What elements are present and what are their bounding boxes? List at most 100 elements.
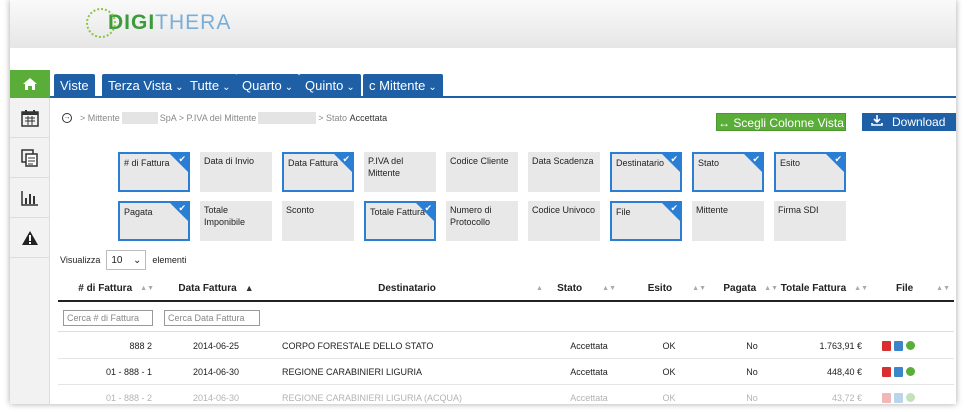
col-header-pagata[interactable]: Pagata ▲▼: [706, 276, 778, 300]
breadcrumb-current: Accettata: [349, 113, 388, 123]
tab-viste[interactable]: Viste: [54, 74, 95, 98]
cell-pagata: No: [746, 392, 758, 403]
column-chip[interactable]: Data Fattura ✔: [282, 152, 354, 192]
column-chip[interactable]: File ✔: [610, 201, 682, 241]
filter-numero-input[interactable]: Cerca # di Fattura: [63, 309, 153, 326]
tab-quarto[interactable]: Quarto ⌄: [236, 74, 300, 98]
column-chip[interactable]: Pagata ✔: [118, 201, 190, 241]
breadcrumb: → > Mittente SpA > P.IVA del Mittente > …: [62, 112, 387, 124]
column-chip[interactable]: Sconto: [282, 201, 354, 241]
breadcrumb-part-piva: SpA > P.IVA del Mittente: [159, 113, 257, 123]
col-header-destinatario[interactable]: Destinatario: [272, 276, 542, 300]
column-chip[interactable]: Numero di Protocollo: [446, 201, 518, 241]
chevron-down-icon: ⌄: [284, 82, 294, 93]
brand-logo[interactable]: DIGITHERA: [86, 8, 231, 38]
status-ok-icon[interactable]: [906, 393, 915, 402]
cell-pagata: No: [746, 340, 758, 351]
cell-stato: Accettata: [570, 366, 608, 377]
column-chip[interactable]: Data Scadenza: [528, 152, 600, 192]
cell-destinatario: REGIONE CARABINIERI LIGURIA: [282, 366, 423, 377]
column-chip[interactable]: Codice Cliente: [446, 152, 518, 192]
status-ok-icon[interactable]: [906, 341, 915, 350]
sort-icon: ▲▼: [854, 284, 868, 292]
column-chip[interactable]: Totale Imponibile: [200, 201, 272, 241]
sort-asc-icon: ▲: [244, 283, 254, 293]
download-button[interactable]: Download: [862, 113, 956, 131]
pdf-file-icon[interactable]: [882, 340, 891, 351]
cell-stato: Accettata: [570, 340, 608, 351]
bar-chart-icon: [21, 190, 38, 206]
cell-destinatario: CORPO FORESTALE DELLO STATO: [282, 340, 434, 351]
col-header-esito[interactable]: Esito ▲▼: [616, 276, 706, 300]
arrow-circle-icon[interactable]: →: [62, 113, 72, 123]
sidebar-copy-button[interactable]: [10, 138, 50, 178]
col-header-data[interactable]: Data Fattura ▲: [160, 276, 272, 300]
col-header-numero[interactable]: # di Fattura ▲▼: [58, 276, 160, 300]
cell-numero: 01 - 888 - 1: [105, 366, 152, 377]
column-chip[interactable]: Totale Fattura ✔: [364, 201, 436, 241]
cell-esito: OK: [662, 392, 676, 403]
tab-terza-vista[interactable]: Terza Vista ⌄: [102, 74, 190, 98]
chevron-down-icon: ⌄: [175, 82, 184, 93]
cell-totale: 448,40 €: [826, 366, 862, 377]
choose-columns-button[interactable]: ↔ Scegli Colonne Vista: [716, 113, 846, 131]
table-filter-row: Cerca # di Fattura Cerca Data Fattura: [58, 304, 954, 332]
col-header-stato[interactable]: Stato ▲▼: [542, 276, 616, 300]
page-size-suffix: elementi: [152, 255, 187, 265]
tab-quinto[interactable]: Quinto ⌄: [299, 74, 361, 98]
column-chip[interactable]: Esito ✔: [774, 152, 846, 192]
table-row[interactable]: 01 - 888 - 2 2014-06-30 REGIONE CARABINI…: [58, 385, 954, 404]
chevron-down-icon: ⌄: [346, 82, 355, 93]
filter-data-input[interactable]: Cerca Data Fattura: [164, 309, 260, 326]
page-size-select[interactable]: 10 ⌄: [106, 250, 147, 270]
pdf-file-icon[interactable]: [882, 366, 891, 377]
cell-file: [882, 385, 942, 404]
sort-icon: ▲▼: [602, 284, 616, 292]
xml-file-icon[interactable]: [894, 340, 903, 351]
home-icon: [23, 78, 37, 90]
table-row[interactable]: 888 2 2014-06-25 CORPO FORESTALE DELLO S…: [58, 333, 954, 359]
col-header-totale[interactable]: Totale Fattura ▲▼: [778, 276, 868, 300]
sort-icon: ▲▼: [140, 284, 154, 292]
tab-c-mittente[interactable]: c Mittente ⌄: [363, 74, 443, 98]
warning-icon: [22, 230, 38, 245]
xml-file-icon[interactable]: [894, 392, 903, 403]
cell-stato: Accettata: [570, 392, 608, 403]
logo-text: DIGITHERA: [108, 11, 232, 34]
tab-tutte[interactable]: Tutte ⌄: [184, 74, 237, 98]
column-chip[interactable]: Stato ✔: [692, 152, 764, 192]
xml-file-icon[interactable]: [894, 366, 903, 377]
column-chip[interactable]: Data di Invio: [200, 152, 272, 192]
status-ok-icon[interactable]: [906, 367, 915, 376]
breadcrumb-part-mittente: > Mittente: [80, 113, 120, 123]
sidebar-warning-button[interactable]: [10, 218, 50, 258]
column-chip[interactable]: Destinatario ✔: [610, 152, 682, 192]
col-header-file[interactable]: File ▲▼: [868, 276, 954, 300]
breadcrumb-part-stato: > Stato: [318, 113, 348, 123]
home-button[interactable]: [10, 70, 50, 98]
column-chip[interactable]: Mittente: [692, 201, 764, 241]
cell-esito: OK: [662, 340, 676, 351]
sidebar-calendar-button[interactable]: [10, 98, 50, 138]
page-size-control: Visualizza 10 ⌄ elementi: [60, 250, 186, 270]
app-window: DIGITHERA Viste Terza Vista ⌄ Tutte ⌄ Quar…: [10, 0, 956, 404]
cell-esito: OK: [662, 366, 676, 377]
sort-icon: ▲▼: [764, 284, 778, 292]
main-nav: Viste Terza Vista ⌄ Tutte ⌄ Quarto ⌄ Quinto…: [10, 70, 956, 98]
cell-data: 2014-06-25: [192, 340, 240, 351]
redacted-value: [121, 112, 158, 124]
column-chip[interactable]: Firma SDI: [774, 201, 846, 241]
cell-destinatario: REGIONE CARABINIERI LIGURIA (ACQUA): [282, 392, 463, 403]
table-row[interactable]: 01 - 888 - 1 2014-06-30 REGIONE CARABINI…: [58, 359, 954, 385]
download-icon: [862, 113, 892, 131]
chevron-down-icon: ⌄: [132, 254, 142, 266]
cell-totale: 1.763,91 €: [819, 340, 862, 351]
cell-pagata: No: [746, 366, 758, 377]
table-header-row: # di Fattura ▲▼ Data Fattura ▲ Destinatari…: [58, 276, 954, 302]
column-chip[interactable]: # di Fattura ✔: [118, 152, 190, 192]
sidebar-chart-button[interactable]: [10, 178, 50, 218]
column-chip[interactable]: P.IVA del Mittente: [364, 152, 436, 192]
column-chip[interactable]: Codice Univoco: [528, 201, 600, 241]
pdf-file-icon[interactable]: [882, 392, 891, 403]
cell-totale: 43,72 €: [831, 392, 862, 403]
